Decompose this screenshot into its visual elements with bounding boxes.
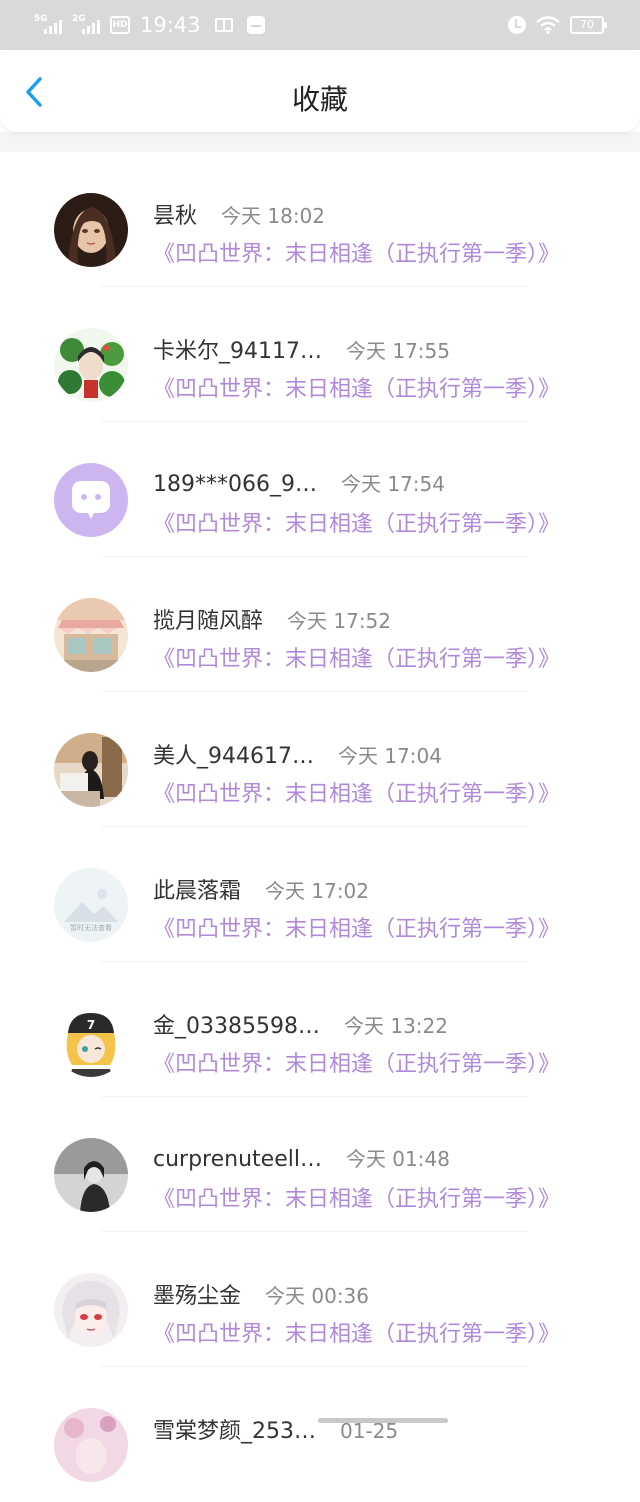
user-name: 金_03385598… — [153, 1014, 320, 1039]
user-name: 此晨落霜 — [153, 879, 242, 904]
avatar[interactable] — [54, 1138, 128, 1212]
favorite-time: 今天 13:22 — [343, 1014, 448, 1038]
wifi-icon — [536, 16, 560, 34]
signal-5g-icon: 5G — [34, 14, 64, 36]
work-title-link[interactable]: 《凹凸世界：末日相逢（正执行第一季）》 — [153, 1316, 560, 1348]
user-name: 189***066_9… — [153, 472, 317, 497]
avatar[interactable] — [54, 733, 128, 807]
battery-indicator: 70 — [570, 16, 607, 34]
status-time: 19:43 — [140, 13, 201, 37]
work-title-link[interactable]: 《凹凸世界：末日相逢（正执行第一季）》 — [153, 641, 560, 673]
favorite-item[interactable]: 7 金_03385598… 今天 13:22 《凹凸世界：末日相逢（正执行第一季… — [0, 962, 640, 1097]
favorite-item[interactable]: 揽月随风醉 今天 17:52 《凹凸世界：末日相逢（正执行第一季）》 — [0, 557, 640, 692]
work-title-link[interactable]: 《凹凸世界：末日相逢（正执行第一季）》 — [153, 1181, 560, 1213]
svg-text:7: 7 — [87, 1018, 95, 1032]
favorites-list: 昙秋 今天 18:02 《凹凸世界：末日相逢（正执行第一季）》 卡米尔_9411… — [0, 152, 640, 1502]
favorite-item[interactable]: 美人_944617… 今天 17:04 《凹凸世界：末日相逢（正执行第一季）》 — [0, 692, 640, 827]
alarm-icon — [508, 16, 526, 34]
header-divider — [0, 132, 640, 152]
avatar[interactable]: 7 — [54, 1003, 128, 1077]
hd-badge: HD — [110, 16, 130, 34]
user-name: 卡米尔_94117… — [153, 339, 322, 364]
user-name: 雪棠梦颜_253… — [153, 1419, 316, 1444]
avatar[interactable] — [54, 598, 128, 672]
placeholder-avatar-text: 暂时无法查看 — [70, 923, 112, 932]
user-name: 昙秋 — [153, 204, 198, 229]
user-name: 墨殇尘金 — [153, 1284, 242, 1309]
top-nav-bar: 收藏 — [0, 50, 640, 132]
work-title-link[interactable]: 《凹凸世界：末日相逢（正执行第一季）》 — [153, 506, 560, 538]
default-avatar-icon — [54, 463, 128, 537]
avatar[interactable] — [54, 463, 128, 537]
page-title: 收藏 — [291, 83, 348, 116]
work-title-link[interactable]: 《凹凸世界：末日相逢（正执行第一季）》 — [153, 1046, 560, 1078]
favorite-item[interactable]: 卡米尔_94117… 今天 17:55 《凹凸世界：末日相逢（正执行第一季）》 — [0, 287, 640, 422]
favorite-item[interactable]: curprenuteell… 今天 01:48 《凹凸世界：末日相逢（正执行第一… — [0, 1097, 640, 1232]
book-icon — [214, 18, 233, 32]
favorite-time: 今天 17:52 — [287, 609, 392, 633]
favorite-item[interactable]: 墨殇尘金 今天 00:36 《凹凸世界：末日相逢（正执行第一季）》 — [0, 1232, 640, 1367]
home-indicator[interactable] — [318, 1418, 448, 1423]
notification-icon — [246, 16, 265, 34]
work-title-link[interactable]: 《凹凸世界：末日相逢（正执行第一季）》 — [153, 776, 560, 808]
status-bar: 5G 2G HD 19:43 70 — [0, 0, 640, 50]
work-title-link[interactable]: 《凹凸世界：末日相逢（正执行第一季）》 — [153, 236, 560, 268]
favorite-time: 今天 17:04 — [337, 744, 442, 768]
favorite-time: 今天 01:48 — [345, 1147, 450, 1171]
favorite-item[interactable]: 暂时无法查看 此晨落霜 今天 17:02 《凹凸世界：末日相逢（正执行第一季）》 — [0, 827, 640, 962]
avatar[interactable] — [54, 193, 128, 267]
avatar[interactable]: 暂时无法查看 — [54, 868, 128, 942]
image-unavailable-icon: 暂时无法查看 — [54, 868, 128, 942]
work-title-link[interactable]: 《凹凸世界：末日相逢（正执行第一季）》 — [153, 911, 560, 943]
user-name: 美人_944617… — [153, 744, 314, 769]
favorite-item[interactable]: 189***066_9… 今天 17:54 《凹凸世界：末日相逢（正执行第一季）… — [0, 422, 640, 557]
favorite-time: 今天 18:02 — [221, 204, 326, 228]
favorite-time: 今天 00:36 — [265, 1284, 370, 1308]
favorite-time: 今天 17:55 — [346, 339, 450, 363]
favorite-item[interactable]: 昙秋 今天 18:02 《凹凸世界：末日相逢（正执行第一季）》 — [0, 152, 640, 287]
favorite-time: 今天 17:54 — [340, 472, 445, 496]
favorite-item[interactable]: 雪棠梦颜_253… 01-25 — [0, 1367, 640, 1502]
avatar[interactable] — [54, 1273, 128, 1347]
avatar[interactable] — [54, 328, 128, 402]
signal-2g-icon: 2G — [72, 14, 102, 36]
user-name: curprenuteell… — [153, 1147, 322, 1172]
work-title-link[interactable]: 《凹凸世界：末日相逢（正执行第一季）》 — [153, 371, 560, 403]
user-name: 揽月随风醉 — [153, 609, 264, 634]
favorite-time: 今天 17:02 — [265, 879, 370, 903]
avatar[interactable] — [54, 1408, 128, 1482]
